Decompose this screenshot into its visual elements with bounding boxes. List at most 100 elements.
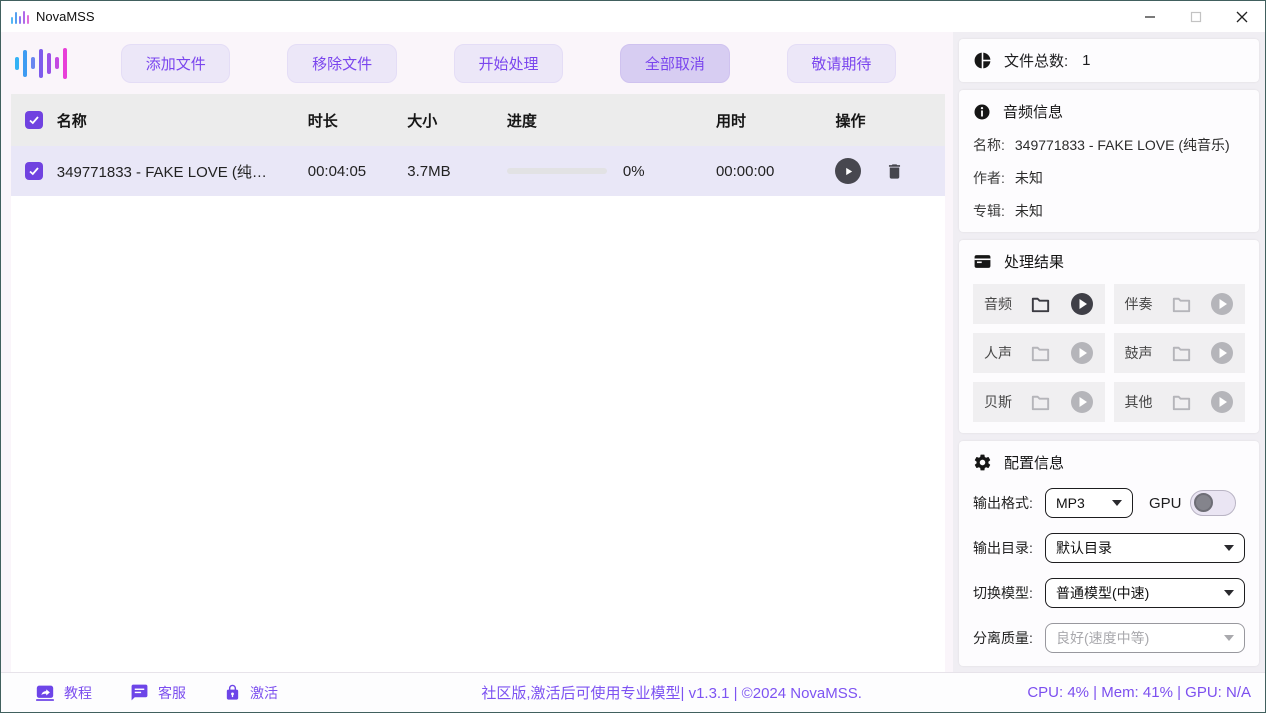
status-bar: 教程 客服 激活 社区版,激活后可使用专业模型| v1.3.1 | ©2024 … — [1, 672, 1265, 712]
chevron-down-icon — [1224, 635, 1234, 641]
maximize-button[interactable] — [1173, 1, 1219, 32]
play-result-button[interactable] — [1070, 341, 1094, 365]
row-size: 3.7MB — [407, 163, 507, 180]
tutorial-link[interactable]: 教程 — [35, 683, 92, 703]
sidebar: 文件总数: 1 音频信息 名称: 349771833 - FAKE LOVE (… — [953, 32, 1265, 672]
header-name: 名称 — [57, 110, 308, 131]
open-folder-button[interactable] — [1170, 391, 1193, 414]
play-circle-icon — [1210, 292, 1234, 316]
output-format-select[interactable]: MP3 — [1045, 488, 1133, 518]
chevron-down-icon — [1224, 590, 1234, 596]
header-progress: 进度 — [507, 110, 716, 131]
play-circle-icon — [1070, 341, 1094, 365]
results-card: 处理结果 音频 伴奏 人声 — [959, 240, 1259, 433]
minimize-icon — [1144, 11, 1156, 23]
open-folder-button[interactable] — [1029, 293, 1052, 316]
system-stats: CPU: 4% | Mem: 41% | GPU: N/A — [1027, 684, 1251, 701]
toggle-knob — [1194, 493, 1213, 512]
output-format-row: 输出格式: MP3 GPU — [973, 488, 1245, 518]
support-link[interactable]: 客服 — [130, 683, 186, 703]
play-result-button[interactable] — [1210, 341, 1234, 365]
toolbar: 添加文件 移除文件 开始处理 全部取消 敬请期待 — [1, 32, 953, 94]
audio-info-card: 音频信息 名称: 349771833 - FAKE LOVE (纯音乐) 作者:… — [959, 90, 1259, 232]
file-count-label: 文件总数: — [1004, 50, 1068, 71]
activate-link[interactable]: 激活 — [224, 683, 278, 703]
results-card-icon — [973, 252, 992, 271]
play-icon — [843, 166, 854, 177]
play-result-button[interactable] — [1070, 292, 1094, 316]
row-operations — [825, 158, 945, 184]
folder-icon — [1029, 293, 1052, 316]
audio-artist-value: 未知 — [1015, 168, 1043, 188]
pie-chart-icon — [973, 51, 992, 70]
open-folder-button[interactable] — [1029, 391, 1052, 414]
folder-icon — [1170, 391, 1193, 414]
play-circle-icon — [1210, 341, 1234, 365]
gear-icon — [973, 453, 992, 472]
result-cell-vocals: 人声 — [973, 333, 1105, 373]
check-icon — [28, 165, 40, 177]
progress-percent: 0% — [623, 163, 645, 180]
play-result-button[interactable] — [1210, 292, 1234, 316]
audio-album-value: 未知 — [1015, 201, 1043, 221]
table-row[interactable]: 349771833 - FAKE LOVE (纯… 00:04:05 3.7MB… — [11, 146, 945, 196]
quality-row: 分离质量: 良好(速度中等) — [973, 623, 1245, 653]
gpu-label: GPU — [1149, 495, 1182, 512]
progress-bar — [507, 168, 607, 174]
file-count-value: 1 — [1082, 52, 1090, 69]
result-cell-accompaniment: 伴奏 — [1114, 284, 1246, 324]
app-title: NovaMSS — [36, 9, 95, 24]
open-folder-button[interactable] — [1170, 342, 1193, 365]
result-cell-audio: 音频 — [973, 284, 1105, 324]
version-text: 社区版,激活后可使用专业模型| v1.3.1 | ©2024 NovaMSS. — [316, 682, 1027, 703]
open-folder-button[interactable] — [1029, 342, 1052, 365]
maximize-icon — [1190, 11, 1202, 23]
app-window: NovaMSS 添加文件 移除文件 开始处理 全部取消 — [0, 0, 1266, 713]
remove-files-button[interactable]: 移除文件 — [287, 44, 396, 83]
audio-name-value: 349771833 - FAKE LOVE (纯音乐) — [1015, 135, 1230, 155]
folder-icon — [1029, 391, 1052, 414]
audio-artist-field: 作者: 未知 — [973, 168, 1245, 188]
start-processing-button[interactable]: 开始处理 — [454, 44, 563, 83]
output-dir-row: 输出目录: 默认目录 — [973, 533, 1245, 563]
row-checkbox[interactable] — [25, 162, 43, 180]
info-icon — [973, 103, 991, 121]
output-dir-select[interactable]: 默认目录 — [1045, 533, 1245, 563]
quality-select: 良好(速度中等) — [1045, 623, 1245, 653]
minimize-button[interactable] — [1127, 1, 1173, 32]
model-select[interactable]: 普通模型(中速) — [1045, 578, 1245, 608]
check-icon — [28, 114, 40, 126]
cancel-all-button[interactable]: 全部取消 — [620, 44, 729, 83]
output-format-label: 输出格式: — [973, 493, 1045, 513]
row-delete-button[interactable] — [885, 162, 904, 181]
folder-icon — [1029, 342, 1052, 365]
add-files-button[interactable]: 添加文件 — [121, 44, 230, 83]
play-result-button[interactable] — [1070, 390, 1094, 414]
folder-icon — [1170, 342, 1193, 365]
main-panel: 添加文件 移除文件 开始处理 全部取消 敬请期待 名称 时长 大小 进度 — [1, 32, 953, 672]
row-progress: 0% — [507, 163, 716, 180]
gpu-toggle[interactable] — [1190, 490, 1236, 516]
config-card: 配置信息 输出格式: MP3 GPU 输出目录: 默认目录 — [959, 441, 1259, 666]
titlebar: NovaMSS — [1, 1, 1265, 32]
support-icon — [130, 683, 149, 702]
open-folder-button[interactable] — [1170, 293, 1193, 316]
trash-icon — [885, 162, 904, 181]
row-file-name: 349771833 - FAKE LOVE (纯… — [57, 161, 308, 182]
header-size: 大小 — [407, 110, 507, 131]
folder-icon — [1170, 293, 1193, 316]
result-cell-bass: 贝斯 — [973, 382, 1105, 422]
audio-name-field: 名称: 349771833 - FAKE LOVE (纯音乐) — [973, 135, 1245, 155]
results-title: 处理结果 — [1004, 251, 1064, 272]
file-table: 名称 时长 大小 进度 用时 操作 349771833 - FAKE LOVE … — [11, 94, 945, 672]
coming-soon-button[interactable]: 敬请期待 — [787, 44, 896, 83]
app-logo-small-icon — [11, 10, 29, 24]
output-dir-label: 输出目录: — [973, 538, 1045, 558]
play-circle-icon — [1070, 292, 1094, 316]
select-all-checkbox[interactable] — [25, 111, 43, 129]
chevron-down-icon — [1112, 500, 1122, 506]
close-button[interactable] — [1219, 1, 1265, 32]
play-circle-icon — [1070, 390, 1094, 414]
play-result-button[interactable] — [1210, 390, 1234, 414]
row-play-button[interactable] — [835, 158, 861, 184]
